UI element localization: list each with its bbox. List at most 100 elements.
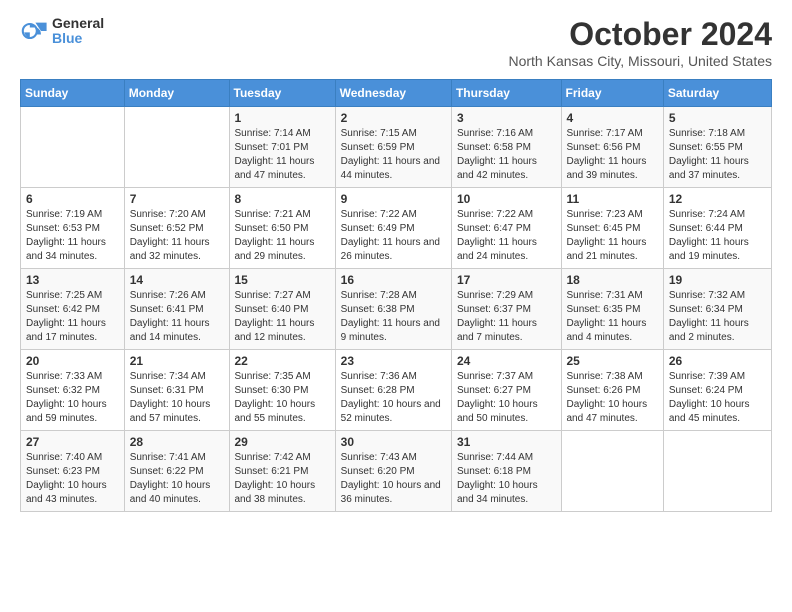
header-day-wednesday: Wednesday [335, 80, 451, 107]
day-info: Sunrise: 7:44 AM Sunset: 6:18 PM Dayligh… [457, 451, 556, 507]
day-number: 11 [567, 192, 658, 206]
calendar-table: SundayMondayTuesdayWednesdayThursdayFrid… [20, 79, 772, 512]
day-number: 29 [235, 435, 330, 449]
header-day-tuesday: Tuesday [229, 80, 335, 107]
calendar-cell: 20Sunrise: 7:33 AM Sunset: 6:32 PM Dayli… [21, 350, 125, 431]
week-row-2: 6Sunrise: 7:19 AM Sunset: 6:53 PM Daylig… [21, 188, 772, 269]
calendar-cell [21, 107, 125, 188]
calendar-cell: 12Sunrise: 7:24 AM Sunset: 6:44 PM Dayli… [663, 188, 771, 269]
day-info: Sunrise: 7:40 AM Sunset: 6:23 PM Dayligh… [26, 451, 119, 507]
day-number: 25 [567, 354, 658, 368]
day-info: Sunrise: 7:16 AM Sunset: 6:58 PM Dayligh… [457, 127, 556, 183]
day-info: Sunrise: 7:18 AM Sunset: 6:55 PM Dayligh… [669, 127, 766, 183]
day-info: Sunrise: 7:32 AM Sunset: 6:34 PM Dayligh… [669, 289, 766, 345]
header-day-sunday: Sunday [21, 80, 125, 107]
day-info: Sunrise: 7:29 AM Sunset: 6:37 PM Dayligh… [457, 289, 556, 345]
calendar-cell: 19 Sunrise: 7:32 AM Sunset: 6:34 PM Dayli… [663, 269, 771, 350]
calendar-cell: 1 Sunrise: 7:14 AM Sunset: 7:01 PM Daylig… [229, 107, 335, 188]
day-number: 4 [567, 111, 658, 125]
day-info: Sunrise: 7:26 AM Sunset: 6:41 PM Dayligh… [130, 289, 224, 345]
calendar-cell: 16Sunrise: 7:28 AM Sunset: 6:38 PM Dayli… [335, 269, 451, 350]
day-info: Sunrise: 7:24 AM Sunset: 6:44 PM Dayligh… [669, 208, 766, 264]
logo: General Blue [20, 16, 104, 47]
day-info: Sunrise: 7:27 AM Sunset: 6:40 PM Dayligh… [235, 289, 330, 345]
day-number: 22 [235, 354, 330, 368]
header-day-saturday: Saturday [663, 80, 771, 107]
day-number: 30 [341, 435, 446, 449]
title-area: October 2024 North Kansas City, Missouri… [508, 16, 772, 69]
calendar-cell: 14 Sunrise: 7:26 AM Sunset: 6:41 PM Dayli… [124, 269, 229, 350]
calendar-cell: 22 Sunrise: 7:35 AM Sunset: 6:30 PM Dayli… [229, 350, 335, 431]
calendar-cell: 24Sunrise: 7:37 AM Sunset: 6:27 PM Dayli… [451, 350, 561, 431]
calendar-body: 1 Sunrise: 7:14 AM Sunset: 7:01 PM Daylig… [21, 107, 772, 512]
header-day-thursday: Thursday [451, 80, 561, 107]
day-info: Sunrise: 7:37 AM Sunset: 6:27 PM Dayligh… [457, 370, 556, 426]
calendar-cell: 13 Sunrise: 7:25 AM Sunset: 6:42 PM Dayli… [21, 269, 125, 350]
day-info: Sunrise: 7:22 AM Sunset: 6:49 PM Dayligh… [341, 208, 446, 264]
calendar-cell: 6Sunrise: 7:19 AM Sunset: 6:53 PM Daylig… [21, 188, 125, 269]
day-number: 6 [26, 192, 119, 206]
day-number: 10 [457, 192, 556, 206]
day-info: Sunrise: 7:23 AM Sunset: 6:45 PM Dayligh… [567, 208, 658, 264]
calendar-cell: 17 Sunrise: 7:29 AM Sunset: 6:37 PM Dayli… [451, 269, 561, 350]
calendar-cell: 18 Sunrise: 7:31 AM Sunset: 6:35 PM Dayli… [561, 269, 663, 350]
calendar-cell: 25 Sunrise: 7:38 AM Sunset: 6:26 PM Dayli… [561, 350, 663, 431]
day-info: Sunrise: 7:36 AM Sunset: 6:28 PM Dayligh… [341, 370, 446, 426]
calendar-cell: 28 Sunrise: 7:41 AM Sunset: 6:22 PM Dayli… [124, 431, 229, 512]
day-info: Sunrise: 7:21 AM Sunset: 6:50 PM Dayligh… [235, 208, 330, 264]
calendar-cell: 7Sunrise: 7:20 AM Sunset: 6:52 PM Daylig… [124, 188, 229, 269]
day-number: 23 [341, 354, 446, 368]
calendar-cell: 5 Sunrise: 7:18 AM Sunset: 6:55 PM Daylig… [663, 107, 771, 188]
calendar-cell: 27 Sunrise: 7:40 AM Sunset: 6:23 PM Dayli… [21, 431, 125, 512]
day-number: 5 [669, 111, 766, 125]
day-info: Sunrise: 7:35 AM Sunset: 6:30 PM Dayligh… [235, 370, 330, 426]
day-number: 26 [669, 354, 766, 368]
calendar-cell: 9Sunrise: 7:22 AM Sunset: 6:49 PM Daylig… [335, 188, 451, 269]
day-info: Sunrise: 7:33 AM Sunset: 6:32 PM Dayligh… [26, 370, 119, 426]
calendar-cell: 26 Sunrise: 7:39 AM Sunset: 6:24 PM Dayli… [663, 350, 771, 431]
calendar-cell: 8Sunrise: 7:21 AM Sunset: 6:50 PM Daylig… [229, 188, 335, 269]
day-info: Sunrise: 7:28 AM Sunset: 6:38 PM Dayligh… [341, 289, 446, 345]
day-info: Sunrise: 7:15 AM Sunset: 6:59 PM Dayligh… [341, 127, 446, 183]
week-row-5: 27 Sunrise: 7:40 AM Sunset: 6:23 PM Dayli… [21, 431, 772, 512]
day-number: 27 [26, 435, 119, 449]
day-info: Sunrise: 7:42 AM Sunset: 6:21 PM Dayligh… [235, 451, 330, 507]
day-info: Sunrise: 7:14 AM Sunset: 7:01 PM Dayligh… [235, 127, 330, 183]
calendar-cell: 3 Sunrise: 7:16 AM Sunset: 6:58 PM Daylig… [451, 107, 561, 188]
day-number: 17 [457, 273, 556, 287]
week-row-4: 20Sunrise: 7:33 AM Sunset: 6:32 PM Dayli… [21, 350, 772, 431]
header: General Blue October 2024 North Kansas C… [20, 16, 772, 69]
logo-icon [20, 17, 48, 45]
day-number: 19 [669, 273, 766, 287]
day-number: 28 [130, 435, 224, 449]
day-number: 18 [567, 273, 658, 287]
calendar-cell [663, 431, 771, 512]
week-row-3: 13 Sunrise: 7:25 AM Sunset: 6:42 PM Dayli… [21, 269, 772, 350]
day-number: 21 [130, 354, 224, 368]
day-info: Sunrise: 7:38 AM Sunset: 6:26 PM Dayligh… [567, 370, 658, 426]
week-row-1: 1 Sunrise: 7:14 AM Sunset: 7:01 PM Daylig… [21, 107, 772, 188]
day-info: Sunrise: 7:34 AM Sunset: 6:31 PM Dayligh… [130, 370, 224, 426]
day-number: 3 [457, 111, 556, 125]
day-number: 7 [130, 192, 224, 206]
day-info: Sunrise: 7:25 AM Sunset: 6:42 PM Dayligh… [26, 289, 119, 345]
day-info: Sunrise: 7:31 AM Sunset: 6:35 PM Dayligh… [567, 289, 658, 345]
logo-general: General [52, 16, 104, 31]
calendar-cell: 10Sunrise: 7:22 AM Sunset: 6:47 PM Dayli… [451, 188, 561, 269]
day-number: 1 [235, 111, 330, 125]
calendar-subtitle: North Kansas City, Missouri, United Stat… [508, 53, 772, 69]
day-number: 2 [341, 111, 446, 125]
day-info: Sunrise: 7:39 AM Sunset: 6:24 PM Dayligh… [669, 370, 766, 426]
header-row: SundayMondayTuesdayWednesdayThursdayFrid… [21, 80, 772, 107]
header-day-friday: Friday [561, 80, 663, 107]
calendar-cell: 21 Sunrise: 7:34 AM Sunset: 6:31 PM Dayli… [124, 350, 229, 431]
day-number: 13 [26, 273, 119, 287]
calendar-cell [124, 107, 229, 188]
calendar-cell: 4Sunrise: 7:17 AM Sunset: 6:56 PM Daylig… [561, 107, 663, 188]
day-info: Sunrise: 7:41 AM Sunset: 6:22 PM Dayligh… [130, 451, 224, 507]
logo-blue: Blue [52, 31, 104, 46]
calendar-cell: 15Sunrise: 7:27 AM Sunset: 6:40 PM Dayli… [229, 269, 335, 350]
calendar-cell: 30 Sunrise: 7:43 AM Sunset: 6:20 PM Dayli… [335, 431, 451, 512]
day-info: Sunrise: 7:43 AM Sunset: 6:20 PM Dayligh… [341, 451, 446, 507]
day-number: 14 [130, 273, 224, 287]
